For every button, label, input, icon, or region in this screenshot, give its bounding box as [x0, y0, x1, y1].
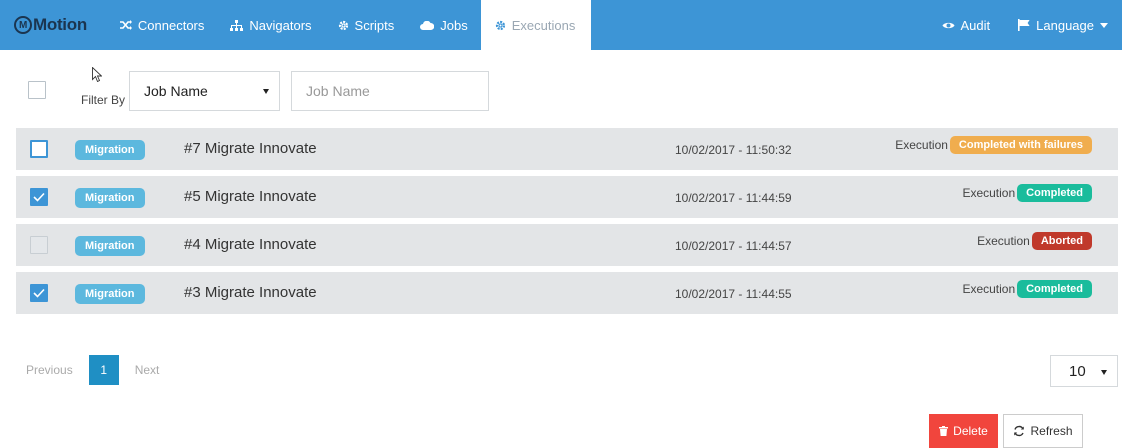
nav-executions[interactable]: Executions	[480, 0, 591, 50]
cloud-icon	[420, 20, 435, 30]
status-label: Execution	[977, 234, 1030, 248]
eye-icon	[942, 21, 955, 30]
refresh-icon	[1013, 425, 1025, 437]
status-label: Execution	[895, 138, 948, 152]
status-badge: Completed	[1017, 280, 1092, 298]
page-size-value: 10	[1069, 362, 1086, 380]
nav-navigators[interactable]: Navigators	[217, 0, 324, 50]
select-caret-icon	[1101, 370, 1107, 375]
status-label: Execution	[962, 186, 1016, 200]
select-caret-icon	[263, 89, 269, 94]
nav-scripts[interactable]: Scripts	[325, 0, 408, 50]
filter-field-select[interactable]: Job Name	[129, 71, 280, 111]
check-icon	[33, 192, 45, 202]
next-page-link[interactable]: Next	[135, 363, 160, 377]
execution-status: Execution Completed with failures	[895, 136, 1092, 154]
nav-scripts-label: Scripts	[354, 17, 395, 33]
nav-connectors[interactable]: Connectors	[107, 0, 217, 50]
nav-connectors-label: Connectors	[137, 17, 205, 33]
refresh-button[interactable]: Refresh	[1003, 414, 1083, 448]
nav-language-label: Language	[1036, 17, 1094, 33]
execution-row[interactable]: Migration #7 Migrate Innovate 10/02/2017…	[16, 128, 1118, 170]
nav-jobs[interactable]: Jobs	[407, 0, 480, 50]
execution-date: 10/02/2017 - 11:44:55	[675, 287, 792, 301]
nav-audit-label: Audit	[960, 17, 991, 33]
nav-audit[interactable]: Audit	[928, 0, 1005, 50]
nav-executions-label: Executions	[511, 17, 576, 33]
delete-button-label: Delete	[953, 424, 988, 438]
gear-icon	[338, 20, 349, 31]
execution-status: Execution Completed	[962, 184, 1092, 202]
motion-logo-icon: M	[14, 16, 32, 34]
page-number-current[interactable]: 1	[88, 355, 119, 385]
nav-navigators-label: Navigators	[249, 17, 312, 33]
mouse-cursor-icon	[92, 66, 103, 87]
execution-date: 10/02/2017 - 11:44:57	[675, 239, 792, 253]
execution-status: Execution Aborted	[977, 232, 1092, 250]
nav-right-group: Audit Language	[928, 0, 1122, 50]
sitemap-icon	[230, 19, 244, 31]
trash-icon	[939, 426, 949, 436]
execution-row[interactable]: Migration #5 Migrate Innovate 10/02/2017…	[16, 176, 1118, 218]
execution-title[interactable]: #5 Migrate Innovate	[184, 188, 317, 205]
refresh-button-label: Refresh	[1030, 424, 1073, 438]
row-checkbox[interactable]	[30, 284, 48, 302]
caret-down-icon	[1100, 22, 1108, 28]
flag-icon	[1018, 19, 1030, 31]
status-badge: Aborted	[1031, 232, 1092, 250]
status-badge: Completed	[1017, 184, 1092, 202]
job-name-filter-input[interactable]	[291, 71, 489, 111]
filter-by-label: Filter By	[81, 93, 126, 107]
shuffle-icon	[119, 20, 132, 30]
execution-title[interactable]: #4 Migrate Innovate	[184, 236, 317, 253]
execution-date: 10/02/2017 - 11:44:59	[675, 191, 792, 205]
pagination: Previous 1 Next	[26, 355, 159, 385]
previous-page-link[interactable]: Previous	[26, 363, 73, 377]
brand-logo[interactable]: M Motion	[0, 0, 107, 50]
page-size-select[interactable]: 10	[1050, 355, 1118, 387]
job-type-tag: Migration	[75, 284, 145, 304]
filter-field-value: Job Name	[144, 83, 208, 99]
execution-row[interactable]: Migration #3 Migrate Innovate 10/02/2017…	[16, 272, 1118, 314]
execution-row[interactable]: Migration #4 Migrate Innovate 10/02/2017…	[16, 224, 1118, 266]
execution-title[interactable]: #3 Migrate Innovate	[184, 284, 317, 301]
execution-title[interactable]: #7 Migrate Innovate	[184, 140, 317, 157]
row-checkbox[interactable]	[30, 140, 48, 158]
select-all-checkbox[interactable]	[28, 81, 46, 99]
row-checkbox[interactable]	[30, 188, 48, 206]
brand-name: Motion	[33, 15, 87, 34]
execution-date: 10/02/2017 - 11:50:32	[675, 143, 792, 157]
job-type-tag: Migration	[75, 140, 145, 160]
status-label: Execution	[962, 282, 1016, 296]
status-badge: Completed with failures	[949, 136, 1092, 154]
nav-language-dropdown[interactable]: Language	[1004, 0, 1122, 50]
job-type-tag: Migration	[75, 188, 145, 208]
delete-button[interactable]: Delete	[929, 414, 998, 448]
nav-jobs-label: Jobs	[440, 17, 468, 33]
check-icon	[33, 288, 45, 298]
execution-status: Execution Completed	[962, 280, 1092, 298]
job-type-tag: Migration	[75, 236, 145, 256]
top-navbar: M Motion Connectors Navigators Scripts J…	[0, 0, 1122, 50]
row-checkbox[interactable]	[30, 236, 48, 254]
gear-icon	[495, 20, 506, 31]
